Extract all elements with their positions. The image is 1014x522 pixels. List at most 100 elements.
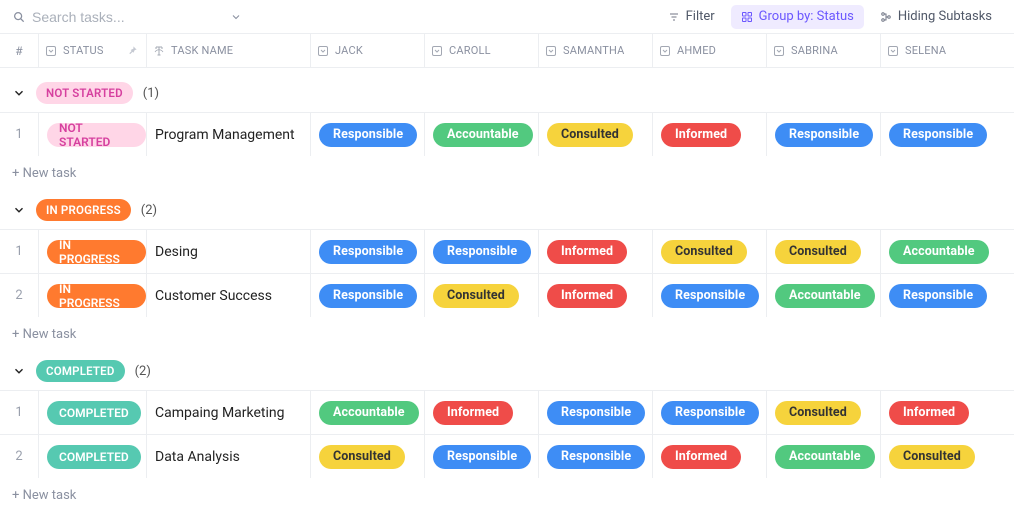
raci-cell[interactable]: Accountable bbox=[766, 274, 880, 317]
row-number: 1 bbox=[0, 127, 38, 142]
groups-container: NOT STARTED(1)1NOT STARTEDProgram Manage… bbox=[0, 68, 1014, 507]
group-section: NOT STARTED(1)1NOT STARTEDProgram Manage… bbox=[0, 68, 1014, 185]
raci-cell[interactable]: Responsible bbox=[538, 391, 652, 434]
status-cell[interactable]: COMPLETED bbox=[38, 435, 146, 478]
dropdown-icon bbox=[431, 45, 443, 57]
col-status-header[interactable]: STATUS bbox=[38, 34, 146, 67]
subtasks-button[interactable]: Hiding Subtasks bbox=[870, 5, 1002, 29]
raci-cell[interactable]: Accountable bbox=[424, 113, 538, 156]
status-cell[interactable]: NOT STARTED bbox=[38, 113, 146, 156]
raci-cell[interactable]: Responsible bbox=[652, 274, 766, 317]
raci-cell[interactable]: Consulted bbox=[310, 435, 424, 478]
raci-cell[interactable]: Consulted bbox=[766, 391, 880, 434]
table-row[interactable]: 1 IN PROGRESS Desing ResponsibleResponsible… bbox=[0, 229, 1014, 273]
group-by-label: Group by: Status bbox=[759, 9, 854, 24]
group-section: COMPLETED(2)1COMPLETEDCampaing Marketing… bbox=[0, 346, 1014, 507]
search-icon bbox=[12, 10, 26, 24]
chevron-down-icon[interactable] bbox=[12, 203, 26, 217]
raci-badge: Consulted bbox=[775, 240, 861, 264]
group-section: IN PROGRESS(2)1IN PROGRESSDesingResponsi… bbox=[0, 185, 1014, 346]
raci-cell[interactable]: Accountable bbox=[310, 391, 424, 434]
raci-cell[interactable]: Responsible bbox=[538, 435, 652, 478]
person-header-label: JACK bbox=[335, 44, 363, 57]
table-row[interactable]: 2COMPLETEDData AnalysisConsultedResponsi… bbox=[0, 434, 1014, 478]
raci-badge: Informed bbox=[889, 401, 969, 425]
raci-cell[interactable]: Responsible bbox=[310, 113, 424, 156]
status-badge[interactable]: IN PROGRESS bbox=[36, 199, 131, 221]
raci-cell[interactable]: Consulted bbox=[766, 230, 880, 273]
raci-cell[interactable]: Responsible bbox=[424, 435, 538, 478]
raci-cell[interactable]: Responsible bbox=[310, 230, 424, 273]
raci-cell[interactable]: Informed bbox=[538, 274, 652, 317]
task-name-cell[interactable]: Campaing Marketing bbox=[146, 391, 310, 434]
raci-cell[interactable]: Responsible bbox=[424, 230, 538, 273]
dropdown-icon bbox=[317, 45, 329, 57]
pin-icon[interactable] bbox=[127, 45, 138, 56]
raci-badge: Informed bbox=[547, 284, 627, 308]
row-number: 2 bbox=[0, 449, 38, 464]
col-person-header-4[interactable]: SABRINA bbox=[766, 34, 880, 67]
col-person-header-0[interactable]: JACK bbox=[310, 34, 424, 67]
search-input[interactable] bbox=[32, 9, 212, 25]
raci-cell[interactable]: Responsible bbox=[880, 274, 994, 317]
raci-cell[interactable]: Consulted bbox=[424, 274, 538, 317]
raci-cell[interactable]: Responsible bbox=[880, 113, 994, 156]
dropdown-icon bbox=[773, 45, 785, 57]
task-name: Desing bbox=[155, 244, 198, 260]
person-header-label: AHMED bbox=[677, 44, 716, 57]
group-by-button[interactable]: Group by: Status bbox=[731, 5, 864, 29]
new-task-button[interactable]: + New task bbox=[0, 478, 1014, 507]
raci-cell[interactable]: Accountable bbox=[766, 435, 880, 478]
raci-cell[interactable]: Informed bbox=[538, 230, 652, 273]
raci-badge: Consulted bbox=[547, 123, 633, 147]
status-cell[interactable]: COMPLETED bbox=[38, 391, 146, 434]
table-row[interactable]: 1NOT STARTED Program Management Responsibl… bbox=[0, 112, 1014, 156]
group-header: COMPLETED(2) bbox=[0, 360, 1014, 390]
chevron-down-icon[interactable] bbox=[12, 364, 26, 378]
topbar-right: Filter Group by: Status Hiding Subtasks bbox=[658, 5, 1002, 29]
filter-button[interactable]: Filter bbox=[658, 5, 725, 29]
table-row[interactable]: 2IN PROGRESSCustomer SuccessResponsibleC… bbox=[0, 273, 1014, 317]
col-taskname-header[interactable]: TASK NAME bbox=[146, 34, 310, 67]
raci-cell[interactable]: Informed bbox=[652, 435, 766, 478]
raci-cell[interactable]: Consulted bbox=[880, 435, 994, 478]
status-badge: IN PROGRESS bbox=[47, 240, 146, 264]
status-badge[interactable]: NOT STARTED bbox=[36, 82, 133, 104]
chevron-down-icon[interactable] bbox=[230, 11, 242, 23]
raci-cell[interactable]: Informed bbox=[880, 391, 994, 434]
raci-cell[interactable]: Responsible bbox=[310, 274, 424, 317]
raci-cell[interactable]: Consulted bbox=[652, 230, 766, 273]
raci-cell[interactable]: Consulted bbox=[538, 113, 652, 156]
chevron-down-icon[interactable] bbox=[12, 86, 26, 100]
raci-cell[interactable]: Informed bbox=[652, 113, 766, 156]
col-person-header-2[interactable]: SAMANTHA bbox=[538, 34, 652, 67]
raci-badge: Responsible bbox=[547, 445, 645, 469]
raci-cell[interactable]: Responsible bbox=[766, 113, 880, 156]
raci-badge: Accountable bbox=[319, 401, 419, 425]
row-number: 1 bbox=[0, 244, 38, 259]
status-cell[interactable]: IN PROGRESS bbox=[38, 230, 146, 273]
status-badge[interactable]: COMPLETED bbox=[36, 360, 125, 382]
task-name: Data Analysis bbox=[155, 449, 240, 465]
raci-cell[interactable]: Responsible bbox=[652, 391, 766, 434]
task-name-cell[interactable]: Desing bbox=[146, 230, 310, 273]
dropdown-icon bbox=[45, 45, 57, 57]
task-name-cell[interactable]: Data Analysis bbox=[146, 435, 310, 478]
raci-cell[interactable]: Accountable bbox=[880, 230, 994, 273]
task-name: Customer Success bbox=[155, 288, 272, 304]
raci-badge: Informed bbox=[661, 123, 741, 147]
raci-badge: Accountable bbox=[889, 240, 989, 264]
task-name-cell[interactable]: Program Management bbox=[146, 113, 310, 156]
task-name-cell[interactable]: Customer Success bbox=[146, 274, 310, 317]
group-header: NOT STARTED(1) bbox=[0, 82, 1014, 112]
new-task-button[interactable]: + New task bbox=[0, 156, 1014, 185]
raci-badge: Responsible bbox=[547, 401, 645, 425]
col-person-header-3[interactable]: AHMED bbox=[652, 34, 766, 67]
col-person-header-5[interactable]: SELENA bbox=[880, 34, 994, 67]
col-person-header-1[interactable]: CAROLL bbox=[424, 34, 538, 67]
raci-cell[interactable]: Informed bbox=[424, 391, 538, 434]
new-task-button[interactable]: + New task bbox=[0, 317, 1014, 346]
task-name: Program Management bbox=[155, 127, 295, 143]
table-row[interactable]: 1COMPLETEDCampaing MarketingAccountableI… bbox=[0, 390, 1014, 434]
status-cell[interactable]: IN PROGRESS bbox=[38, 274, 146, 317]
